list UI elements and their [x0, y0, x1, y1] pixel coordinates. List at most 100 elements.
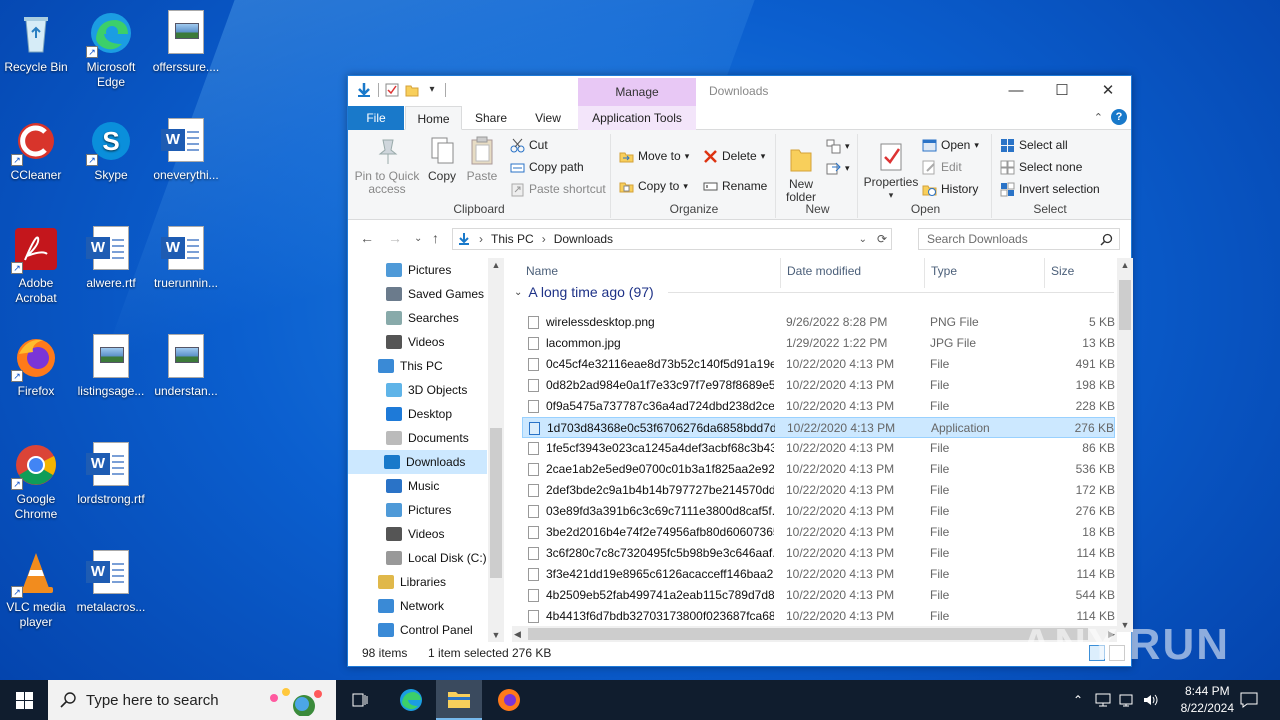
up-arrow-icon[interactable]: ↑ — [432, 230, 439, 246]
collapse-chevron-icon[interactable]: ⌄ — [514, 287, 522, 298]
breadcrumb-this-pc[interactable]: This PC — [491, 232, 534, 246]
tab-home[interactable]: Home — [405, 106, 462, 130]
hscroll-thumb[interactable] — [528, 628, 1088, 640]
desktop-icon-firefox[interactable]: ↗ Firefox — [0, 332, 72, 399]
nav-item-desktop[interactable]: Desktop — [386, 402, 452, 426]
taskbar-firefox[interactable] — [486, 680, 532, 720]
desktop-icon-recycle-bin[interactable]: Recycle Bin — [0, 8, 72, 75]
nav-item-documents[interactable]: Documents — [386, 426, 469, 450]
nav-item-pictures[interactable]: Pictures — [386, 498, 451, 522]
column-header-type[interactable]: Type — [931, 264, 957, 278]
file-row[interactable]: 3be2d2016b4e74f2e74956afb80d60607365... 1… — [522, 522, 1115, 543]
pin-to-quick-access-button[interactable]: Pin to Quick access — [354, 136, 420, 196]
new-folder-icon[interactable] — [405, 83, 419, 97]
desktop-icon-oneverythi[interactable]: W oneverythi... — [150, 116, 222, 183]
select-all-button[interactable]: Select all — [1000, 135, 1068, 155]
nav-item-music[interactable]: Music — [386, 474, 439, 498]
nav-item-saved-games[interactable]: Saved Games — [386, 282, 484, 306]
nav-item-this-pc[interactable]: This PC — [378, 354, 443, 378]
invert-selection-button[interactable]: Invert selection — [1000, 179, 1100, 199]
nav-item-libraries[interactable]: Libraries — [378, 570, 446, 594]
column-header-date-modified[interactable]: Date modified — [787, 264, 861, 278]
cut-button[interactable]: Cut — [510, 135, 548, 155]
column-header-name[interactable]: Name — [526, 264, 558, 278]
tab-file[interactable]: File — [348, 106, 404, 130]
nav-item-network[interactable]: Network — [378, 594, 444, 618]
nav-scroll-thumb[interactable] — [490, 428, 502, 578]
delete-button[interactable]: Delete ▾ — [703, 146, 765, 166]
nav-scrollbar[interactable]: ▲ ▼ — [488, 258, 504, 642]
forward-arrow-icon[interactable]: → — [388, 230, 402, 246]
close-button[interactable]: ✕ — [1085, 76, 1131, 106]
file-row[interactable]: 1d703d84368e0c53f6706276da6858bdd7d... 10… — [522, 417, 1115, 438]
system-clock[interactable]: 8:44 PM 8/22/2024 — [1181, 683, 1234, 717]
start-button[interactable] — [0, 680, 48, 720]
address-dropdown-icon[interactable]: ⌄ — [859, 234, 867, 245]
nav-item-pictures[interactable]: Pictures — [386, 258, 451, 282]
taskbar-search-box[interactable]: Type here to search — [48, 680, 336, 720]
copy-button[interactable]: Copy — [424, 136, 460, 183]
desktop-icon-truerunnin[interactable]: W truerunnin... — [150, 224, 222, 291]
file-row[interactable]: 03e89fd3a391b6c3c69c7111e3800d8caf5f... 1… — [522, 501, 1115, 522]
file-row[interactable]: 0c45cf4e32116eae8d73b52c140f5d91a19e... 1… — [522, 354, 1115, 375]
nav-item-local-disk-c[interactable]: Local Disk (C:) — [386, 546, 487, 570]
network-status-icon[interactable] — [1092, 680, 1114, 720]
desktop-icon-metalacros[interactable]: W metalacros... — [75, 548, 147, 615]
nav-item-control-panel[interactable]: Control Panel — [378, 618, 473, 642]
desktop-icon-listingsage[interactable]: listingsage... — [75, 332, 147, 399]
file-row[interactable]: 2cae1ab2e5ed9e0700c01b3a1f825aa2e92... 10… — [522, 459, 1115, 480]
file-row[interactable]: 3f3e421dd19e8965c6126acacceff146baa2... 1… — [522, 564, 1115, 585]
nav-item-videos[interactable]: Videos — [386, 330, 444, 354]
select-none-button[interactable]: Select none — [1000, 157, 1082, 177]
nav-item-3d-objects[interactable]: 3D Objects — [386, 378, 467, 402]
minimize-button[interactable]: — — [993, 76, 1039, 106]
taskbar-file-explorer[interactable] — [436, 680, 482, 720]
nav-item-searches[interactable]: Searches — [386, 306, 459, 330]
file-list-vscrollbar[interactable]: ▲ ▼ — [1117, 258, 1133, 632]
file-row[interactable]: 3c6f280c7c8c7320495fc5b98b9e3c646aaf... 1… — [522, 543, 1115, 564]
desktop-icon-adobe-acrobat[interactable]: ↗ Adobe Acrobat — [0, 224, 72, 306]
file-row[interactable]: 0d82b2ad984e0a1f7e33c97f7e978f8689e5... 1… — [522, 375, 1115, 396]
network-icon[interactable] — [1116, 680, 1138, 720]
properties-check-icon[interactable] — [385, 83, 399, 97]
taskbar-edge[interactable] — [388, 680, 434, 720]
paste-shortcut-button[interactable]: Paste shortcut — [510, 179, 606, 199]
volume-icon[interactable] — [1140, 680, 1162, 720]
rename-button[interactable]: Rename — [703, 176, 767, 196]
new-item-button[interactable]: ▾ — [826, 136, 850, 156]
show-hidden-icons-chevron-icon[interactable]: ⌃ — [1068, 680, 1088, 720]
desktop-icon-alwere-rtf[interactable]: W alwere.rtf — [75, 224, 147, 291]
easy-access-button[interactable]: ▾ — [826, 158, 850, 178]
file-row[interactable]: 0f9a5475a737787c36a4ad724dbd238d2ce... 10… — [522, 396, 1115, 417]
tab-view[interactable]: View — [520, 106, 576, 130]
maximize-button[interactable]: ☐ — [1039, 76, 1085, 106]
desktop-icon-understan[interactable]: understan... — [150, 332, 222, 399]
properties-button[interactable]: Properties ▾ — [862, 142, 920, 202]
desktop-icon-lordstrong-rtf[interactable]: W lordstrong.rtf — [75, 440, 147, 507]
tab-share[interactable]: Share — [466, 106, 516, 130]
edit-button[interactable]: Edit — [922, 157, 962, 177]
back-arrow-icon[interactable]: ← — [360, 230, 374, 246]
search-box[interactable]: Search Downloads — [918, 228, 1120, 250]
file-row[interactable]: 1fe5cf3943e023ca1245a4def3acbf68c3b43...… — [522, 438, 1115, 459]
history-button[interactable]: History — [922, 179, 978, 199]
new-folder-button[interactable]: New folder — [782, 144, 820, 204]
desktop-icon-google-chrome[interactable]: ↗ Google Chrome — [0, 440, 72, 522]
column-header-size[interactable]: Size — [1051, 264, 1074, 278]
paste-button[interactable]: Paste — [464, 136, 500, 183]
address-bar[interactable]: › This PC › Downloads ⌄ ⟳ — [452, 228, 892, 250]
desktop-icon-vlc[interactable]: ↗ VLC media player — [0, 548, 72, 630]
collapse-ribbon-icon[interactable]: ⌃ — [1094, 111, 1103, 124]
file-row[interactable]: 2def3bde2c9a1b4b14b797727be214570dd... 10… — [522, 480, 1115, 501]
manage-contextual-tab[interactable]: Manage — [578, 78, 696, 106]
file-row[interactable]: wirelessdesktop.png 9/26/2022 8:28 PM PNG … — [522, 312, 1115, 333]
breadcrumb-downloads[interactable]: Downloads — [554, 232, 613, 246]
tab-application-tools[interactable]: Application Tools — [578, 106, 696, 130]
desktop-icon-skype[interactable]: S ↗ Skype — [75, 116, 147, 183]
open-button[interactable]: Open ▾ — [922, 135, 979, 155]
desktop-icon-edge[interactable]: ↗ Microsoft Edge — [75, 8, 147, 90]
file-row[interactable]: 4b2509eb52fab499741a2eab115c789d7d8... 10… — [522, 585, 1115, 606]
nav-item-downloads[interactable]: Downloads — [348, 450, 487, 474]
task-view-button[interactable] — [340, 680, 380, 720]
copy-path-button[interactable]: Copy path — [510, 157, 584, 177]
